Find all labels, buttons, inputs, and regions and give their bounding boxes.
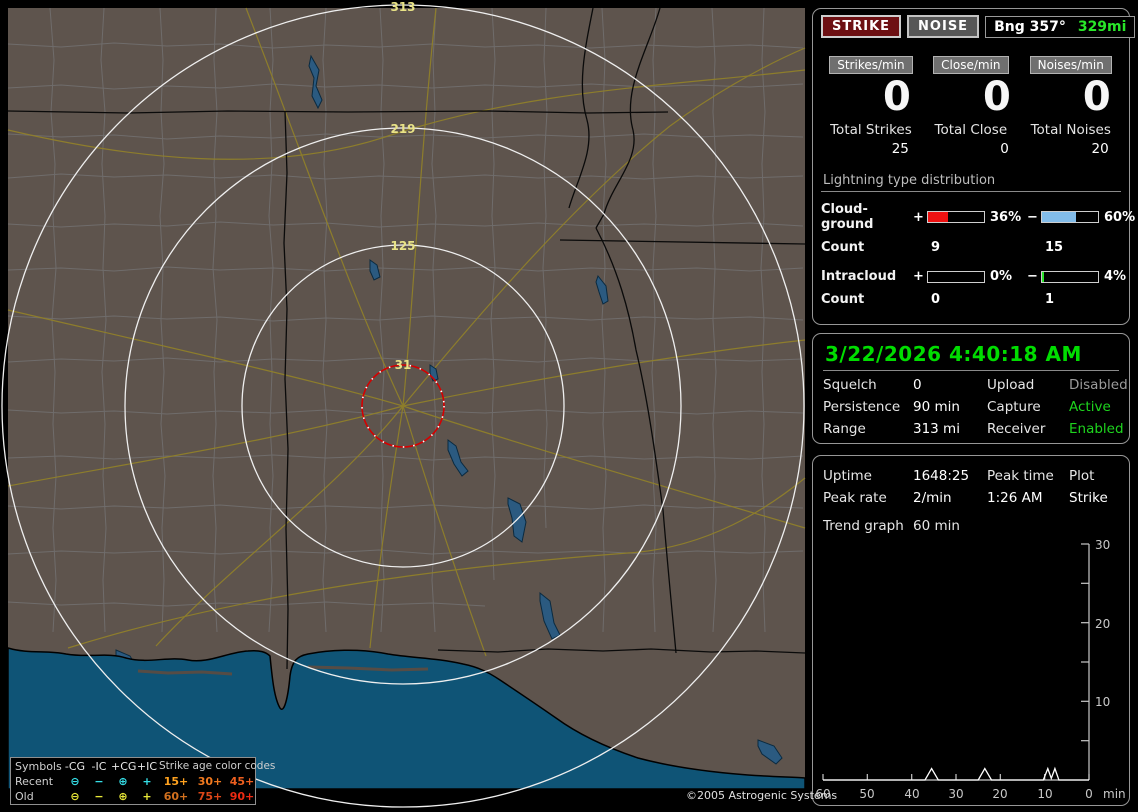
recent-minus-ic-icon: − bbox=[94, 775, 104, 788]
trend-graph-label-row: Trend graph 60 min bbox=[823, 518, 1119, 534]
recent-minus-cg-icon: ⊖ bbox=[70, 775, 80, 788]
strikes-counter: Strikes/min 0 Total Strikes 25 bbox=[821, 54, 921, 157]
svg-text:30: 30 bbox=[948, 787, 963, 801]
intracloud-row: Intracloud + 0% − 4% bbox=[821, 269, 1127, 284]
total-strikes-value: 25 bbox=[891, 141, 909, 157]
copyright-text: ©2005 Astrogenic Systems bbox=[686, 789, 838, 802]
status-row: Squelch 0 Upload Disabled bbox=[823, 377, 1128, 393]
datetime-display: 3/22/2026 4:40:18 AM bbox=[823, 340, 1119, 371]
cg-positive-bar bbox=[927, 211, 985, 223]
old-minus-cg-icon: ⊖ bbox=[70, 790, 80, 803]
svg-text:20: 20 bbox=[992, 787, 1007, 801]
uptime-value: 1648:25 bbox=[913, 468, 970, 484]
distribution-title: Lightning type distribution bbox=[821, 173, 1121, 192]
status-row: Range 313 mi Receiver Enabled bbox=[823, 421, 1124, 437]
capture-status: Active bbox=[1069, 399, 1111, 415]
peak-rate-row: Peak rate 2/min 1:26 AM Strike bbox=[823, 490, 1119, 506]
total-close-label: Total Close bbox=[934, 122, 1008, 138]
ic-negative-bar bbox=[1041, 270, 1099, 283]
upload-status: Disabled bbox=[1069, 377, 1128, 393]
plus-sign: + bbox=[913, 269, 924, 284]
trend-window-value: 60 min bbox=[913, 518, 960, 534]
plus-sign: + bbox=[913, 209, 924, 225]
trend-x-labels: 60 50 40 30 20 10 0 min bbox=[815, 787, 1125, 801]
rate-counters: Strikes/min 0 Total Strikes 25 Close/min… bbox=[821, 54, 1121, 157]
ring-label-219: 219 bbox=[390, 122, 415, 136]
status-row: Persistence 90 min Capture Active bbox=[823, 399, 1119, 415]
old-minus-ic-icon: − bbox=[94, 790, 104, 803]
close-per-min-header[interactable]: Close/min bbox=[933, 56, 1009, 74]
recent-plus-ic-icon: + bbox=[142, 775, 152, 788]
bearing-readout: Bng 357° 329mi bbox=[985, 15, 1136, 38]
close-counter: Close/min 0 Total Close 0 bbox=[921, 54, 1021, 157]
trend-panel: Uptime 1648:25 Peak time Plot Peak rate … bbox=[812, 455, 1130, 806]
svg-text:10: 10 bbox=[1037, 787, 1052, 801]
peak-rate-value: 2/min bbox=[913, 490, 952, 506]
cg-negative-bar bbox=[1041, 211, 1099, 223]
svg-text:50: 50 bbox=[859, 787, 874, 801]
svg-text:0: 0 bbox=[1085, 787, 1093, 801]
peak-time-value: 1:26 AM bbox=[987, 490, 1043, 506]
trend-y-labels: 30 20 10 bbox=[1095, 538, 1110, 709]
total-noises-label: Total Noises bbox=[1030, 122, 1111, 138]
svg-text:20: 20 bbox=[1095, 617, 1110, 631]
strike-mode-button[interactable]: STRIKE bbox=[821, 15, 902, 38]
strike-stats-panel: STRIKE NOISE Bng 357° 329mi Strikes/min 0… bbox=[812, 8, 1136, 325]
strikes-per-min-value: 0 bbox=[883, 74, 911, 120]
strikes-per-min-header[interactable]: Strikes/min bbox=[829, 56, 913, 74]
uptime-row: Uptime 1648:25 Peak time Plot bbox=[823, 468, 1095, 484]
plot-mode-value: Strike bbox=[1069, 490, 1108, 506]
noise-mode-button[interactable]: NOISE bbox=[907, 15, 980, 38]
lightning-map[interactable]: 313 219 125 31 bbox=[1, 0, 806, 808]
nexstorm-window: 313 219 125 31 Symbols -CG -IC +CG +IC S… bbox=[0, 0, 1138, 812]
trend-x-unit: min bbox=[1103, 787, 1126, 801]
trend-graph: 30 20 10 60 50 40 30 20 10 0 min bbox=[815, 538, 1125, 801]
receiver-status: Enabled bbox=[1069, 421, 1124, 437]
old-plus-ic-icon: + bbox=[142, 790, 152, 803]
total-noises-value: 20 bbox=[1091, 141, 1109, 157]
ic-positive-bar bbox=[927, 270, 985, 283]
noises-counter: Noises/min 0 Total Noises 20 bbox=[1021, 54, 1121, 157]
legend-row-recent: Recent bbox=[15, 775, 54, 788]
cloud-ground-row: Cloud-ground + 36% − 60% bbox=[821, 202, 1136, 232]
map-legend: Symbols -CG -IC +CG +IC Strike age color… bbox=[10, 757, 276, 805]
ring-label-125: 125 bbox=[390, 239, 415, 253]
cloud-ground-count-row: Count 9 15 bbox=[821, 240, 1064, 255]
svg-text:30: 30 bbox=[1095, 538, 1110, 552]
noises-per-min-header[interactable]: Noises/min bbox=[1029, 56, 1112, 74]
ring-label-313: 313 bbox=[390, 0, 415, 14]
noises-per-min-value: 0 bbox=[1082, 74, 1111, 120]
map-canvas: 313 219 125 31 bbox=[1, 0, 806, 808]
bearing-distance: 329mi bbox=[1077, 18, 1127, 35]
status-panel: 3/22/2026 4:40:18 AM Squelch 0 Upload Di… bbox=[812, 333, 1130, 444]
legend-age-header: Strike age color codes bbox=[159, 760, 276, 772]
total-strikes-label: Total Strikes bbox=[830, 122, 912, 138]
recent-plus-cg-icon: ⊕ bbox=[118, 775, 128, 788]
legend-row-old: Old bbox=[15, 790, 34, 803]
minus-sign: − bbox=[1027, 209, 1038, 225]
trend-axes bbox=[822, 543, 1090, 781]
svg-text:10: 10 bbox=[1095, 695, 1110, 709]
total-close-value: 0 bbox=[1000, 141, 1009, 157]
intracloud-count-row: Count 0 1 bbox=[821, 292, 1055, 307]
close-per-min-value: 0 bbox=[982, 74, 1011, 120]
ring-label-31: 31 bbox=[395, 358, 412, 372]
minus-sign: − bbox=[1027, 269, 1038, 284]
svg-text:40: 40 bbox=[904, 787, 919, 801]
old-plus-cg-icon: ⊕ bbox=[118, 790, 128, 803]
legend-symbols-header: Symbols bbox=[15, 760, 62, 773]
